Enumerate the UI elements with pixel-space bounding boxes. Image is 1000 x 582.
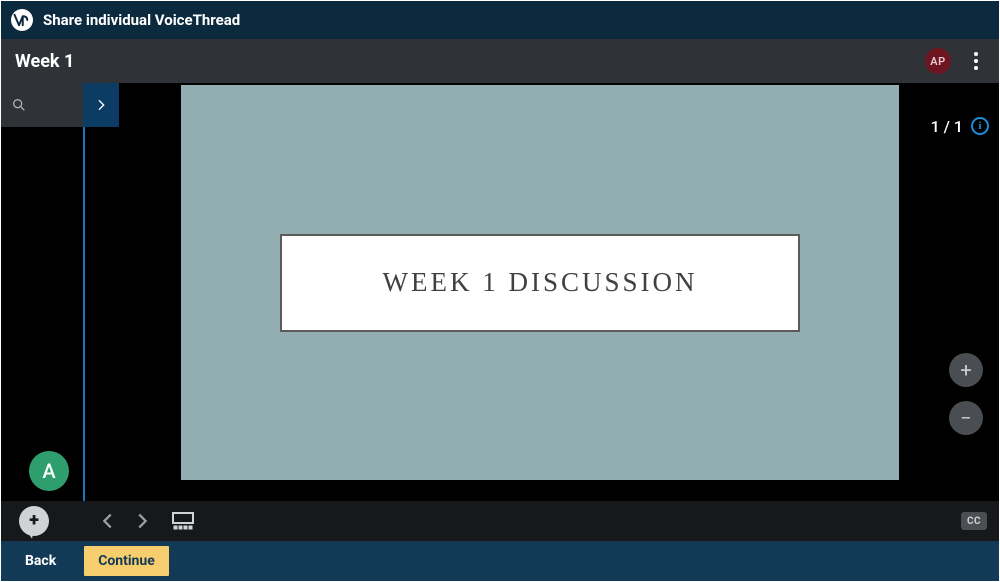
play-bar: + CC (1, 501, 999, 541)
thumbnails-icon (171, 512, 195, 530)
vt-logo (11, 9, 33, 31)
search-button[interactable] (1, 83, 83, 127)
rail-divider (83, 83, 85, 541)
slide-stage[interactable]: WEEK 1 DISCUSSION (181, 85, 899, 480)
slide-card: WEEK 1 DISCUSSION (280, 234, 800, 332)
zoom-in-button[interactable]: + (949, 353, 983, 387)
commenter-avatar[interactable]: A (29, 451, 69, 491)
zoom-controls: + − (949, 353, 983, 435)
slide-nav (97, 510, 153, 532)
top-bar-title: Share individual VoiceThread (43, 11, 240, 29)
zoom-out-button[interactable]: − (949, 401, 983, 435)
app-frame: Share individual VoiceThread Week 1 AP W… (1, 1, 999, 581)
footer-bar: Back Continue (1, 541, 999, 581)
sub-header: Week 1 AP (1, 39, 999, 83)
expand-comments-button[interactable] (83, 83, 119, 127)
page-indicator: 1 / 1 (931, 117, 963, 136)
thread-title: Week 1 (15, 51, 74, 72)
top-bar: Share individual VoiceThread (1, 1, 999, 39)
slide-thumbnails-button[interactable] (171, 512, 195, 530)
user-avatar[interactable]: AP (925, 48, 951, 74)
search-icon (11, 97, 27, 113)
slide-title: WEEK 1 DISCUSSION (382, 267, 697, 298)
more-menu-icon[interactable] (967, 48, 985, 74)
play-bar-left: + (1, 501, 83, 541)
sub-header-right: AP (925, 48, 985, 74)
add-comment-button[interactable]: + (19, 506, 49, 536)
chevron-right-icon (131, 510, 153, 532)
plus-icon: + (29, 512, 39, 530)
main-body: WEEK 1 DISCUSSION 1 / 1 i + − A + (1, 83, 999, 541)
chevron-right-icon (93, 97, 109, 113)
next-slide-button[interactable] (131, 510, 153, 532)
info-icon[interactable]: i (971, 117, 989, 135)
prev-slide-button[interactable] (97, 510, 119, 532)
chevron-left-icon (97, 510, 119, 532)
closed-captions-button[interactable]: CC (961, 512, 987, 530)
continue-button[interactable]: Continue (84, 546, 169, 576)
back-button[interactable]: Back (17, 546, 64, 576)
